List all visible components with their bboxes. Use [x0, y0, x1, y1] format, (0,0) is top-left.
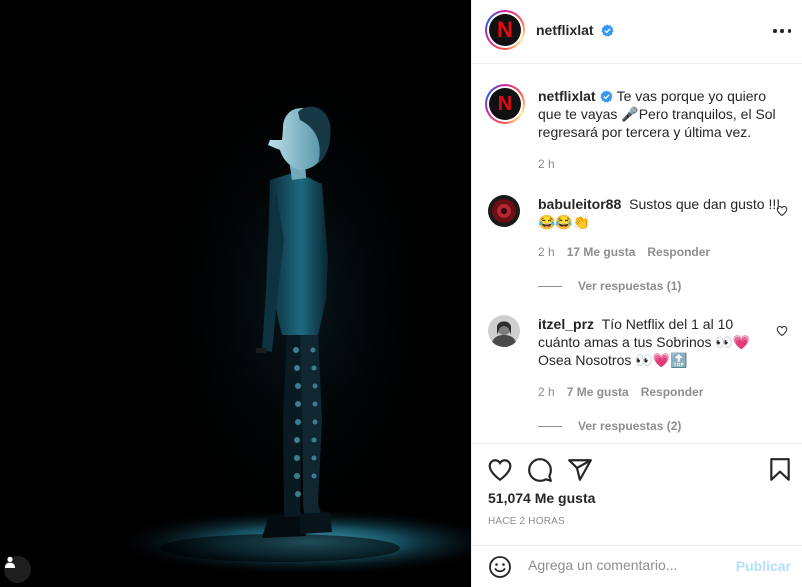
- comment-time[interactable]: 2 h: [538, 385, 555, 399]
- stage-photo-illustration: [0, 0, 471, 587]
- comment-likes[interactable]: 7 Me gusta: [567, 385, 629, 399]
- caption-text-block: netflixlat Te vas porque yo quiero que t…: [538, 87, 783, 141]
- comment-avatar[interactable]: [488, 195, 520, 227]
- comment-item: babuleitor88 Sustos que dan gusto !!! 😂😂…: [488, 195, 788, 295]
- user-tag-icon: [5, 556, 15, 568]
- replies-divider: [538, 285, 562, 287]
- caption-meta: 2 h: [538, 157, 555, 171]
- heart-icon[interactable]: [487, 457, 513, 483]
- author-avatar[interactable]: N: [485, 10, 525, 50]
- comments-list: N netflixlat Te vas porque yo quiero que…: [472, 65, 802, 443]
- comment-icon[interactable]: [527, 457, 553, 483]
- publish-button[interactable]: Publicar: [736, 558, 791, 574]
- comment-time[interactable]: 2 h: [538, 245, 555, 259]
- comment-meta: 2 h 17 Me gusta Responder: [538, 245, 710, 259]
- share-icon[interactable]: [567, 457, 593, 483]
- avatar-image: [488, 195, 520, 227]
- comment-like-heart-icon[interactable]: [776, 325, 788, 337]
- netflix-logo: N: [489, 14, 521, 46]
- view-replies-label: Ver respuestas (1): [578, 279, 682, 293]
- post-actions: 51,074 Me gusta HACE 2 HORAS: [472, 443, 802, 545]
- avatar-image: [488, 315, 520, 347]
- view-replies-label: Ver respuestas (2): [578, 419, 682, 433]
- verified-badge-icon: [600, 90, 613, 103]
- comment-likes[interactable]: 17 Me gusta: [567, 245, 636, 259]
- reply-button[interactable]: Responder: [641, 385, 704, 399]
- post-side-panel: N netflixlat N netflixlat Te vas porque …: [471, 0, 802, 587]
- replies-divider: [538, 425, 562, 427]
- caption-avatar[interactable]: N: [485, 84, 525, 124]
- post-photo[interactable]: [0, 0, 471, 587]
- author-name-row: netflixlat: [536, 22, 615, 38]
- comment-item: itzel_prz Tío Netflix del 1 al 10 cuánto…: [488, 315, 788, 435]
- post-viewer: N netflixlat N netflixlat Te vas porque …: [0, 0, 802, 587]
- comment-username[interactable]: babuleitor88: [538, 196, 621, 212]
- caption-username[interactable]: netflixlat: [538, 88, 596, 104]
- more-options-icon[interactable]: [773, 22, 791, 40]
- comment-avatar[interactable]: [488, 315, 520, 347]
- comment-username[interactable]: itzel_prz: [538, 316, 594, 332]
- author-username[interactable]: netflixlat: [536, 22, 594, 38]
- emoji-icon[interactable]: [488, 555, 512, 579]
- verified-badge-icon: [601, 24, 615, 37]
- comment-text-block: itzel_prz Tío Netflix del 1 al 10 cuánto…: [538, 315, 770, 369]
- tagged-users-button[interactable]: [4, 556, 31, 583]
- comment-input[interactable]: [528, 557, 718, 573]
- bookmark-icon[interactable]: [767, 457, 793, 483]
- post-timestamp[interactable]: HACE 2 HORAS: [488, 516, 565, 527]
- view-replies-button[interactable]: Ver respuestas (2): [538, 419, 681, 433]
- comment-like-heart-icon[interactable]: [776, 205, 788, 217]
- comment-composer: Publicar: [472, 545, 802, 587]
- post-header: N netflixlat: [472, 0, 802, 64]
- likes-count[interactable]: 51,074 Me gusta: [488, 490, 595, 506]
- reply-button[interactable]: Responder: [647, 245, 710, 259]
- view-replies-button[interactable]: Ver respuestas (1): [538, 279, 681, 293]
- comment-meta: 2 h 7 Me gusta Responder: [538, 385, 703, 399]
- caption-time[interactable]: 2 h: [538, 157, 555, 171]
- caption: N netflixlat Te vas porque yo quiero que…: [485, 84, 788, 171]
- comment-text-block: babuleitor88 Sustos que dan gusto !!! 😂😂…: [538, 195, 783, 231]
